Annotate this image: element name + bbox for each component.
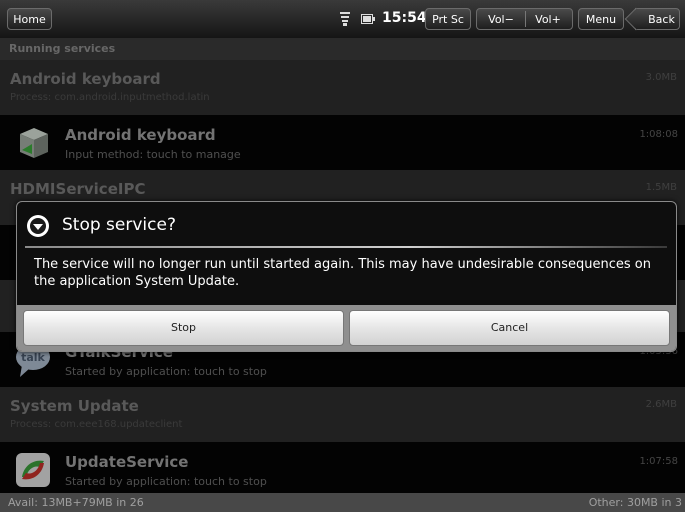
clock: 15:54 (382, 10, 427, 26)
volume-up-button[interactable]: Vol+ (525, 9, 572, 31)
battery-icon (361, 14, 375, 24)
menu-button[interactable]: Menu (578, 8, 624, 30)
stop-service-dialog: Stop service? The service will no longer… (16, 201, 677, 352)
volume-divider (525, 11, 526, 27)
volume-down-button[interactable]: Vol− (478, 9, 525, 31)
dialog-button-bar: Stop Cancel (17, 305, 676, 351)
volume-buttons: Vol− Vol+ (476, 8, 573, 30)
stop-button[interactable]: Stop (23, 310, 344, 346)
dialog-title: Stop service? (62, 215, 176, 235)
dialog-divider (25, 246, 667, 248)
status-bar: Home 15:54 Prt Sc Vol− Vol+ Menu Back (0, 0, 685, 39)
print-screen-button[interactable]: Prt Sc (425, 8, 471, 30)
cancel-button[interactable]: Cancel (349, 310, 670, 346)
wifi-icon (340, 12, 350, 26)
dialog-message: The service will no longer run until sta… (34, 257, 651, 289)
home-button[interactable]: Home (7, 8, 52, 30)
alert-icon (27, 215, 49, 237)
back-button[interactable]: Back (635, 8, 680, 30)
